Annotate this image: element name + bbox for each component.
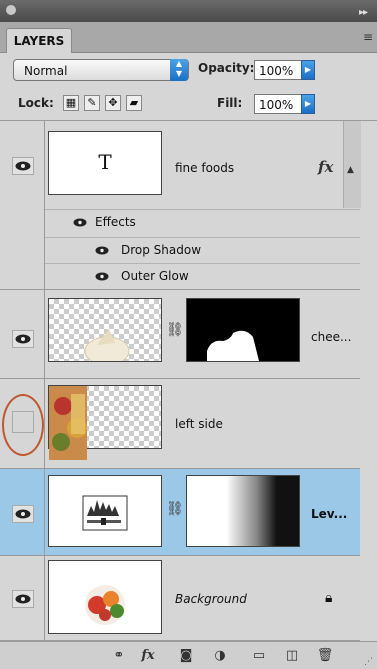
lock-transparent-icon[interactable]: ▦ xyxy=(63,95,79,111)
layers-panel: ▸▸ LAYERS ≡ Normal ▲ ▼ Opacity: 100% ▶ Lo… xyxy=(0,0,377,669)
callout-circle xyxy=(2,394,44,456)
layer-left-side[interactable]: left side xyxy=(0,379,360,469)
scroll-up-icon[interactable]: ▲ xyxy=(347,165,354,175)
layer-cheese[interactable]: ⛓ chee... xyxy=(0,290,360,379)
layer-name[interactable]: Background xyxy=(175,592,247,606)
text-layer-thumbnail: T xyxy=(48,131,162,195)
link-icon[interactable]: ⛓ xyxy=(166,501,184,517)
effects-row[interactable]: Effects xyxy=(45,209,360,236)
lock-label: Lock: xyxy=(18,96,54,110)
resize-grip-icon[interactable]: ⋰ xyxy=(364,657,373,667)
effect-row-drop-shadow[interactable]: Drop Shadow xyxy=(45,237,360,264)
trash-icon[interactable]: 🗑︎ xyxy=(314,646,336,666)
layer-name[interactable]: Lev... xyxy=(311,507,347,521)
layer-thumbnail xyxy=(48,385,162,460)
type-icon: T xyxy=(98,150,112,174)
layer-levels[interactable]: ⛓ Lev... xyxy=(0,469,360,556)
lock-all-icon[interactable]: ▰ xyxy=(126,95,142,111)
lock-position-icon[interactable]: ✥ xyxy=(105,95,121,111)
layer-thumbnail xyxy=(48,298,162,366)
layer-name[interactable]: fine foods xyxy=(175,161,234,175)
visibility-column xyxy=(0,290,45,378)
layer-name[interactable]: chee... xyxy=(311,330,351,344)
fx-icon[interactable]: fx xyxy=(318,158,333,176)
effect-name: Drop Shadow xyxy=(121,243,202,257)
close-icon[interactable] xyxy=(6,5,16,15)
eye-icon[interactable] xyxy=(12,590,34,608)
eye-icon[interactable] xyxy=(12,330,34,348)
lock-row: Lock: ▦ ✎ ✥ ▰ Fill: 100% ▶ xyxy=(0,88,377,121)
adjustment-thumbnail xyxy=(48,475,162,547)
visibility-column xyxy=(0,556,45,640)
fill-input[interactable]: 100% xyxy=(254,94,302,114)
visibility-column xyxy=(0,469,45,555)
eye-icon[interactable] xyxy=(12,157,34,175)
layer-mask-thumbnail[interactable] xyxy=(186,475,300,547)
select-arrows-icon[interactable]: ▲ ▼ xyxy=(170,59,188,81)
scrollbar[interactable]: ▲ xyxy=(343,121,361,208)
levels-icon xyxy=(82,495,128,531)
lock-image-icon[interactable]: ✎ xyxy=(84,95,100,111)
tab-row: LAYERS ≡ xyxy=(0,22,377,53)
bottom-toolbar: ⚭ fx ◙ ◑ ▭ ◫ 🗑︎ ⋰ xyxy=(0,641,377,669)
image-content-icon xyxy=(49,386,87,460)
new-group-icon[interactable]: ▭ xyxy=(248,646,270,666)
blend-row: Normal ▲ ▼ Opacity: 100% ▶ xyxy=(0,52,377,88)
visibility-column xyxy=(0,121,45,289)
opacity-slider-button[interactable]: ▶ xyxy=(301,60,315,80)
eye-icon[interactable] xyxy=(12,505,34,523)
layer-fine-foods[interactable]: T fine foods fx Effects Drop Shadow Oute… xyxy=(0,121,360,290)
link-layers-icon[interactable]: ⚭ xyxy=(108,646,130,666)
lock-icon: 🔒︎ xyxy=(325,590,333,606)
panel-menu-icon[interactable]: ≡ xyxy=(363,30,373,44)
effect-name: Outer Glow xyxy=(121,269,189,283)
fill-label: Fill: xyxy=(217,96,243,110)
fill-slider-button[interactable]: ▶ xyxy=(301,94,315,114)
collapse-icon[interactable]: ▸▸ xyxy=(359,7,368,18)
eye-icon[interactable] xyxy=(95,272,109,281)
layer-thumbnail xyxy=(48,560,162,634)
opacity-input[interactable]: 100% xyxy=(254,60,302,80)
blend-mode-value: Normal xyxy=(24,64,68,78)
eye-icon[interactable] xyxy=(95,246,109,255)
image-content-icon xyxy=(49,561,161,633)
eye-icon[interactable] xyxy=(73,218,87,227)
new-layer-icon[interactable]: ◫ xyxy=(281,646,303,666)
add-mask-icon[interactable]: ◙ xyxy=(175,646,197,666)
image-content-icon xyxy=(84,329,130,366)
tab-layers[interactable]: LAYERS xyxy=(6,28,72,53)
panel-titlebar[interactable]: ▸▸ xyxy=(0,0,377,22)
link-icon[interactable]: ⛓ xyxy=(166,322,184,338)
blend-mode-select[interactable]: Normal ▲ ▼ xyxy=(13,59,189,81)
fx-button[interactable]: fx xyxy=(137,646,159,666)
adjustment-layer-icon[interactable]: ◑ xyxy=(209,646,231,666)
layer-mask-thumbnail[interactable] xyxy=(186,298,300,362)
effect-row-outer-glow[interactable]: Outer Glow xyxy=(45,263,360,290)
opacity-label: Opacity: xyxy=(198,61,255,75)
effects-label: Effects xyxy=(95,215,136,229)
layer-name[interactable]: left side xyxy=(175,417,223,431)
layer-background[interactable]: Background 🔒︎ xyxy=(0,556,360,641)
